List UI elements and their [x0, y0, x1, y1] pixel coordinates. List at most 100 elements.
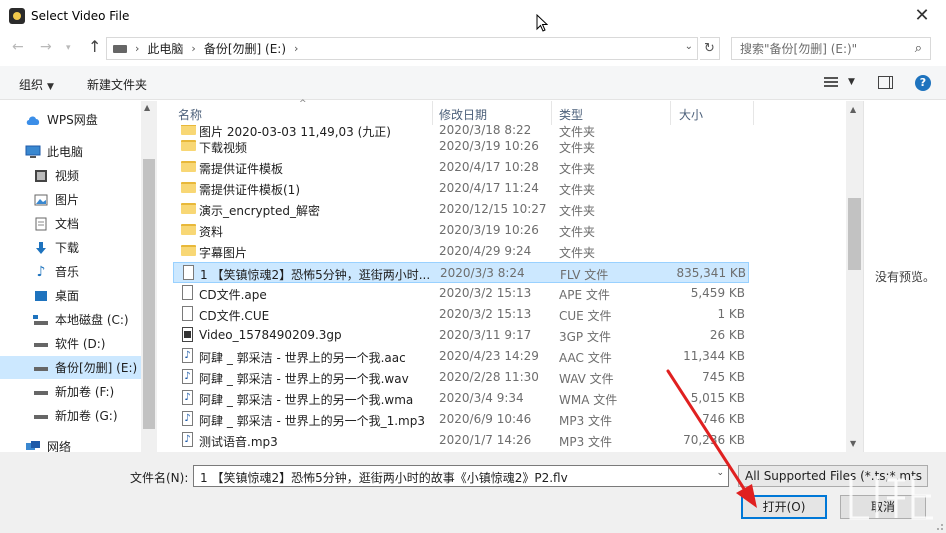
sidebar-item-pictures[interactable]: 图片	[0, 188, 141, 211]
breadcrumb-drive-e[interactable]: 备份[勿删] (E:)	[204, 40, 286, 57]
forward-arrow-icon[interactable]: →	[40, 39, 52, 55]
file-date: 2020/1/7 14:26	[439, 433, 532, 447]
chevron-right-icon[interactable]: ›	[135, 42, 139, 55]
caret-down-icon[interactable]: ▼	[848, 77, 855, 87]
chevron-right-icon[interactable]: ›	[191, 42, 195, 55]
file-size: 1 KB	[717, 307, 745, 321]
file-size: 5,015 KB	[690, 391, 745, 405]
view-options-icon[interactable]	[824, 77, 838, 89]
file-list-scroll-thumb[interactable]	[848, 198, 861, 270]
file-icon	[182, 306, 193, 321]
organize-button[interactable]: 组织 ▼	[19, 76, 54, 93]
file-row[interactable]: 资料 2020/3/19 10:26 文件夹	[173, 220, 749, 241]
address-dropdown-icon[interactable]: ⌄	[685, 41, 693, 52]
file-date: 2020/2/28 11:30	[439, 370, 539, 384]
sidebar-item-desktop[interactable]: 桌面	[0, 284, 141, 307]
sidebar-scrollbar[interactable]: ▲	[141, 101, 157, 452]
up-arrow-icon[interactable]: ↑	[88, 37, 101, 56]
window-title: Select Video File	[31, 8, 130, 23]
column-header-size[interactable]: 大小	[679, 106, 703, 123]
sidebar-item-music[interactable]: ♪ 音乐	[0, 260, 141, 283]
sidebar-item-label: 此电脑	[47, 145, 84, 159]
file-row[interactable]: 下载视频 2020/3/19 10:26 文件夹	[173, 136, 749, 157]
preview-pane-icon[interactable]	[878, 76, 893, 89]
column-divider[interactable]	[551, 101, 552, 125]
scroll-up-icon[interactable]: ▲	[850, 105, 856, 114]
sidebar-item-drive-d[interactable]: 软件 (D:)	[0, 332, 141, 355]
sidebar-item-wps-cloud[interactable]: WPS网盘	[0, 108, 141, 131]
file-row[interactable]: ♪ 阿肆 _ 郭采洁 - 世界上的另一个我.aac 2020/4/23 14:29 A…	[173, 346, 749, 367]
file-name: 阿肆 _ 郭采洁 - 世界上的另一个我.wav	[199, 372, 409, 386]
file-name: 阿肆 _ 郭采洁 - 世界上的另一个我.aac	[199, 351, 406, 365]
file-row[interactable]: ♪ 阿肆 _ 郭采洁 - 世界上的另一个我_1.mp3 2020/6/9 10:46…	[173, 409, 749, 430]
recent-locations-icon[interactable]: ▾	[66, 43, 71, 53]
sidebar-item-label: 新加卷 (F:)	[55, 385, 115, 399]
open-button[interactable]: 打开(O)	[741, 495, 827, 519]
file-row[interactable]: 1 【笑镇惊魂2】恐怖5分钟，逛街两小时... 2020/3/3 8:24 FLV …	[173, 262, 749, 283]
sidebar-item-drive-g[interactable]: 新加卷 (G:)	[0, 404, 141, 427]
close-icon[interactable]: ✕	[912, 5, 932, 26]
filename-input[interactable]: 1 【笑镇惊魂2】恐怖5分钟，逛街两小时的故事《小镇惊魂2》P2.flv ⌄	[193, 465, 729, 487]
audio-file-icon: ♪	[182, 411, 193, 426]
scroll-down-icon[interactable]: ▼	[850, 439, 856, 448]
audio-file-icon: ♪	[182, 369, 193, 384]
column-header-name[interactable]: 名称	[178, 106, 202, 123]
file-row[interactable]: ♪ 阿肆 _ 郭采洁 - 世界上的另一个我.wma 2020/3/4 9:34 WMA…	[173, 388, 749, 409]
column-divider[interactable]	[753, 101, 754, 125]
search-icon[interactable]: ⌕	[915, 41, 922, 56]
file-row[interactable]: ♪ 测试语音.mp3 2020/1/7 14:26 MP3 文件 70,236 KB	[173, 430, 749, 451]
file-type: MP3 文件	[559, 435, 613, 449]
sidebar-item-this-pc[interactable]: 此电脑	[0, 140, 141, 163]
sidebar-item-network[interactable]: 网络	[0, 435, 141, 452]
file-row[interactable]: Video_1578490209.3gp 2020/3/11 9:17 3GP 文件…	[173, 325, 749, 346]
help-icon[interactable]: ?	[915, 75, 931, 91]
refresh-icon[interactable]: ↻	[700, 37, 720, 60]
sidebar-scroll-thumb[interactable]	[143, 159, 155, 429]
filename-value: 1 【笑镇惊魂2】恐怖5分钟，逛街两小时的故事《小镇惊魂2》P2.flv	[200, 471, 568, 485]
file-name: 阿肆 _ 郭采洁 - 世界上的另一个我_1.mp3	[199, 414, 425, 428]
scroll-up-icon[interactable]: ▲	[144, 103, 150, 112]
file-row[interactable]: 需提供证件模板 2020/4/17 10:28 文件夹	[173, 157, 749, 178]
sidebar-item-downloads[interactable]: 下载	[0, 236, 141, 259]
new-folder-button[interactable]: 新建文件夹	[87, 76, 147, 93]
file-date: 2020/3/2 15:13	[439, 307, 532, 321]
file-date: 2020/6/9 10:46	[439, 412, 532, 426]
sidebar-item-documents[interactable]: 文档	[0, 212, 141, 235]
file-row[interactable]: ♪ 阿肆 _ 郭采洁 - 世界上的另一个我.wav 2020/2/28 11:30 W…	[173, 367, 749, 388]
file-name: CD文件.CUE	[199, 309, 270, 323]
sidebar-item-drive-e[interactable]: 备份[勿删] (E:)	[0, 356, 141, 379]
chevron-right-icon[interactable]: ›	[294, 42, 298, 55]
back-arrow-icon[interactable]: ←	[12, 39, 24, 55]
dialog-footer: 文件名(N): 1 【笑镇惊魂2】恐怖5分钟，逛街两小时的故事《小镇惊魂2》P2…	[0, 452, 946, 533]
file-row[interactable]: 需提供证件模板(1) 2020/4/17 11:24 文件夹	[173, 178, 749, 199]
file-size: 5,459 KB	[690, 286, 745, 300]
chevron-down-icon[interactable]: ⌄	[716, 468, 724, 478]
column-divider[interactable]	[432, 101, 433, 125]
file-row[interactable]: 字幕图片 2020/4/29 9:24 文件夹	[173, 241, 749, 262]
no-preview-text: 没有预览。	[875, 270, 936, 284]
documents-folder-icon	[33, 217, 49, 231]
address-bar[interactable]: › 此电脑 › 备份[勿删] (E:) › ⌄	[106, 37, 698, 60]
filename-label: 文件名(N):	[130, 471, 189, 485]
file-date: 2020/4/17 11:24	[439, 181, 539, 195]
audio-file-icon: ♪	[182, 390, 193, 405]
file-list-scrollbar[interactable]: ▲ ▼	[846, 101, 863, 452]
sidebar-item-label: 本地磁盘 (C:)	[55, 313, 129, 327]
file-type: 文件夹	[559, 204, 596, 218]
file-date: 2020/3/11 9:17	[439, 328, 532, 342]
sidebar-item-videos[interactable]: 视频	[0, 164, 141, 187]
column-header-date[interactable]: 修改日期	[439, 106, 487, 123]
column-header-type[interactable]: 类型	[559, 106, 583, 123]
breadcrumb-this-pc[interactable]: 此电脑	[147, 40, 183, 57]
file-row[interactable]: 演示_encrypted_解密 2020/12/15 10:27 文件夹	[173, 199, 749, 220]
search-input[interactable]: 搜索"备份[勿删] (E:)" ⌕	[731, 37, 931, 60]
sidebar-item-label: 备份[勿删] (E:)	[55, 361, 138, 375]
file-row[interactable]: CD文件.CUE 2020/3/2 15:13 CUE 文件 1 KB	[173, 304, 749, 325]
search-placeholder: 搜索"备份[勿删] (E:)"	[740, 42, 858, 56]
sidebar-item-drive-f[interactable]: 新加卷 (F:)	[0, 380, 141, 403]
file-list: 图片 2020-03-03 11,49,03 (九正) 2020/3/18 8:2…	[157, 125, 847, 452]
file-row[interactable]: CD文件.ape 2020/3/2 15:13 APE 文件 5,459 KB	[173, 283, 749, 304]
sidebar-item-drive-c[interactable]: 本地磁盘 (C:)	[0, 308, 141, 331]
column-divider[interactable]	[670, 101, 671, 125]
column-header-row: ^ 名称 修改日期 类型 大小	[157, 99, 847, 125]
